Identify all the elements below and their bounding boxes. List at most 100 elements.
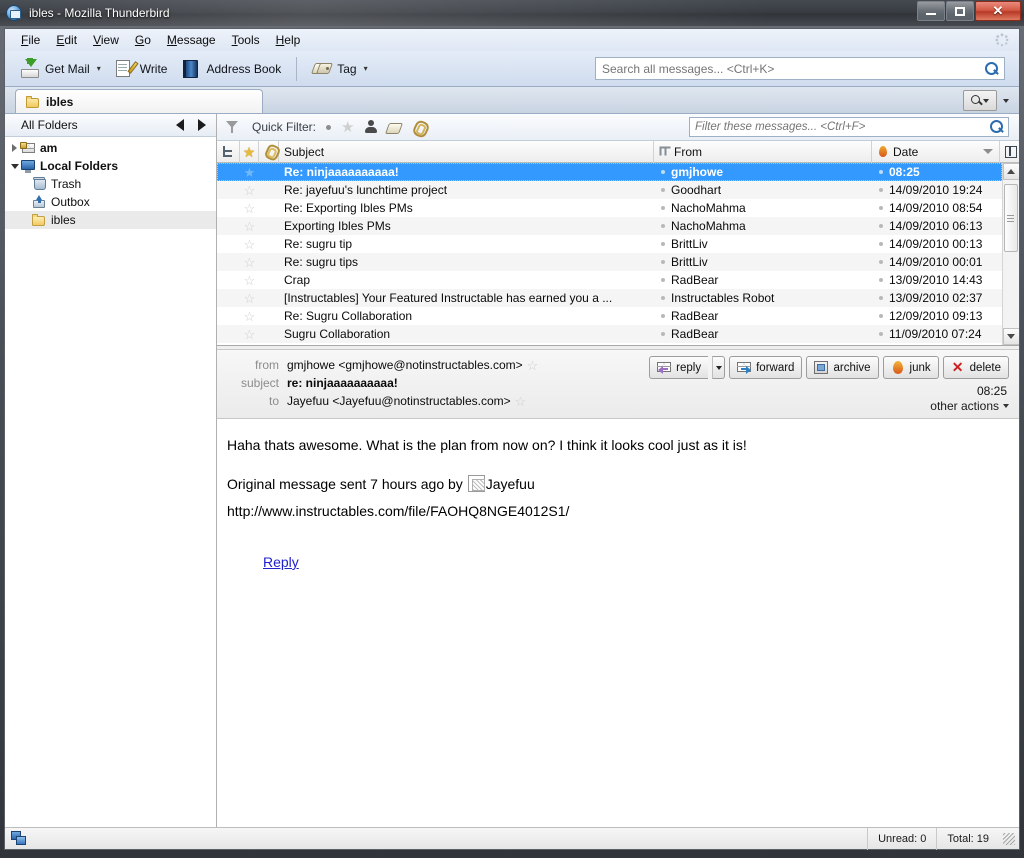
column-star[interactable]: ★ <box>240 140 259 163</box>
scroll-up-button[interactable] <box>1002 163 1019 180</box>
other-actions-label: other actions <box>930 399 999 413</box>
next-icon[interactable] <box>198 119 206 131</box>
get-mail-button[interactable]: Get Mail ▾ <box>13 56 108 82</box>
row-star[interactable]: ☆ <box>240 256 259 269</box>
resize-grip[interactable] <box>1003 832 1015 845</box>
to-value[interactable]: Jayefuu <Jayefuu@notinstructables.com> <box>287 394 511 408</box>
archive-button[interactable]: archive <box>806 356 879 379</box>
folder-row-am[interactable]: am <box>5 139 216 157</box>
from-value[interactable]: gmjhowe <gmjhowe@notinstructables.com> <box>287 358 523 372</box>
quick-filter-input[interactable] <box>695 121 989 133</box>
table-row[interactable]: ☆ Crap RadBear 13/09/2010 14:43 <box>217 271 1002 289</box>
message-list-header: ★ Subject From Date <box>217 140 1019 163</box>
tag-button[interactable]: Tag ▾ <box>305 56 374 82</box>
table-row[interactable]: ☆ Sugru Collaboration RadBear 11/09/2010… <box>217 325 1002 343</box>
menu-view-label: V <box>93 33 101 47</box>
reply-dropdown-button[interactable] <box>712 356 726 379</box>
search-tab-button[interactable] <box>963 90 997 111</box>
address-book-button[interactable]: Address Book <box>174 56 288 82</box>
row-star[interactable]: ☆ <box>240 220 259 233</box>
folder-pane-header[interactable]: All Folders <box>5 114 216 137</box>
twisty-expanded-icon[interactable] <box>9 163 20 169</box>
message-list-scrollbar[interactable] <box>1002 163 1019 345</box>
folder-label: am <box>40 141 58 155</box>
quick-filter-search-box[interactable] <box>689 117 1009 137</box>
minimize-button[interactable] <box>917 1 945 21</box>
menu-view[interactable]: View <box>85 31 127 49</box>
forward-button[interactable]: forward <box>729 356 803 379</box>
table-row[interactable]: ☆ Re: jayefuu's lunchtime project Goodha… <box>217 181 1002 199</box>
column-picker-button[interactable] <box>1000 141 1019 163</box>
twisty-collapsed-icon[interactable] <box>9 144 20 152</box>
global-search-box[interactable] <box>595 57 1005 80</box>
table-row[interactable]: ☆ Exporting Ibles PMs NachoMahma 14/09/2… <box>217 217 1002 235</box>
table-row[interactable]: ☆ Re: Sugru Collaboration RadBear 12/09/… <box>217 307 1002 325</box>
menu-message[interactable]: Message <box>159 31 224 49</box>
scroll-down-button[interactable] <box>1002 328 1019 345</box>
row-from: BrittLiv <box>656 237 874 251</box>
other-actions-button[interactable]: other actions <box>930 399 1009 413</box>
search-icon[interactable] <box>989 120 1003 134</box>
star-icon[interactable]: ☆ <box>527 359 539 372</box>
row-date: 11/09/2010 07:24 <box>874 327 1002 341</box>
maximize-button[interactable] <box>946 1 974 21</box>
row-from-label: RadBear <box>671 309 719 323</box>
folder-row-local-folders[interactable]: Local Folders <box>5 157 216 175</box>
get-mail-dropdown-icon[interactable]: ▾ <box>97 64 101 73</box>
row-star[interactable]: ☆ <box>240 310 259 323</box>
message-list: ★ Re: ninjaaaaaaaaaa! gmjhowe 08:25 ☆ Re… <box>217 163 1019 345</box>
from-label: from <box>255 358 279 372</box>
offline-status-icon[interactable] <box>11 831 27 846</box>
search-input[interactable] <box>602 61 984 76</box>
column-thread[interactable] <box>217 140 240 163</box>
table-row[interactable]: ☆ Re: sugru tip BrittLiv 14/09/2010 00:1… <box>217 235 1002 253</box>
scrollbar-track[interactable] <box>1002 180 1019 328</box>
tag-icon[interactable] <box>387 121 402 134</box>
write-button[interactable]: Write <box>108 56 175 82</box>
table-row[interactable]: ☆ Re: sugru tips BrittLiv 14/09/2010 00:… <box>217 253 1002 271</box>
row-star[interactable]: ☆ <box>240 184 259 197</box>
folder-row-outbox[interactable]: Outbox <box>5 193 216 211</box>
star-icon[interactable]: ☆ <box>515 395 527 408</box>
row-star[interactable]: ☆ <box>240 238 259 251</box>
row-star[interactable]: ☆ <box>240 328 259 341</box>
table-row[interactable]: ☆ [Instructables] Your Featured Instruct… <box>217 289 1002 307</box>
search-icon[interactable] <box>984 61 998 76</box>
menu-edit[interactable]: Edit <box>48 31 85 49</box>
row-from-label: BrittLiv <box>671 237 708 251</box>
menu-go[interactable]: Go <box>127 31 159 49</box>
attachment-icon[interactable] <box>412 120 427 134</box>
star-icon[interactable]: ★ <box>341 120 355 135</box>
delete-button[interactable]: ✕ delete <box>942 356 1009 379</box>
menu-tools[interactable]: Tools <box>224 31 268 49</box>
row-star[interactable]: ☆ <box>240 274 259 287</box>
reply-button[interactable]: reply <box>649 356 709 379</box>
reply-link[interactable]: Reply <box>263 554 299 570</box>
quick-filter-icon[interactable] <box>225 119 242 135</box>
column-date[interactable]: Date <box>872 140 1000 163</box>
tab-ibles[interactable]: ibles <box>15 89 263 113</box>
scrollbar-thumb[interactable] <box>1003 184 1018 252</box>
row-star[interactable]: ★ <box>240 166 259 179</box>
row-star[interactable]: ☆ <box>240 202 259 215</box>
previous-icon[interactable] <box>176 119 184 131</box>
tag-dropdown-icon[interactable]: ▾ <box>364 64 368 73</box>
folder-row-ibles[interactable]: ibles <box>5 211 216 229</box>
table-row[interactable]: ★ Re: ninjaaaaaaaaaa! gmjhowe 08:25 <box>217 163 1002 181</box>
menu-file[interactable]: File <box>13 31 48 49</box>
unread-dot-icon[interactable] <box>326 124 332 130</box>
all-tabs-button[interactable] <box>999 90 1013 111</box>
message-time: 08:25 <box>976 384 1007 398</box>
close-button[interactable]: ✕ <box>975 1 1021 21</box>
menu-help[interactable]: Help <box>268 31 309 49</box>
column-attachment[interactable] <box>259 140 279 163</box>
folder-row-trash[interactable]: Trash <box>5 175 216 193</box>
junk-button[interactable]: junk <box>882 356 939 379</box>
table-row[interactable]: ☆ Re: Exporting Ibles PMs NachoMahma 14/… <box>217 199 1002 217</box>
column-from[interactable]: From <box>654 140 872 163</box>
column-subject[interactable]: Subject <box>279 140 654 163</box>
column-picker-icon <box>1005 145 1017 158</box>
contact-icon[interactable] <box>365 120 378 134</box>
quick-filter-label: Quick Filter: <box>252 120 317 134</box>
row-star[interactable]: ☆ <box>240 292 259 305</box>
